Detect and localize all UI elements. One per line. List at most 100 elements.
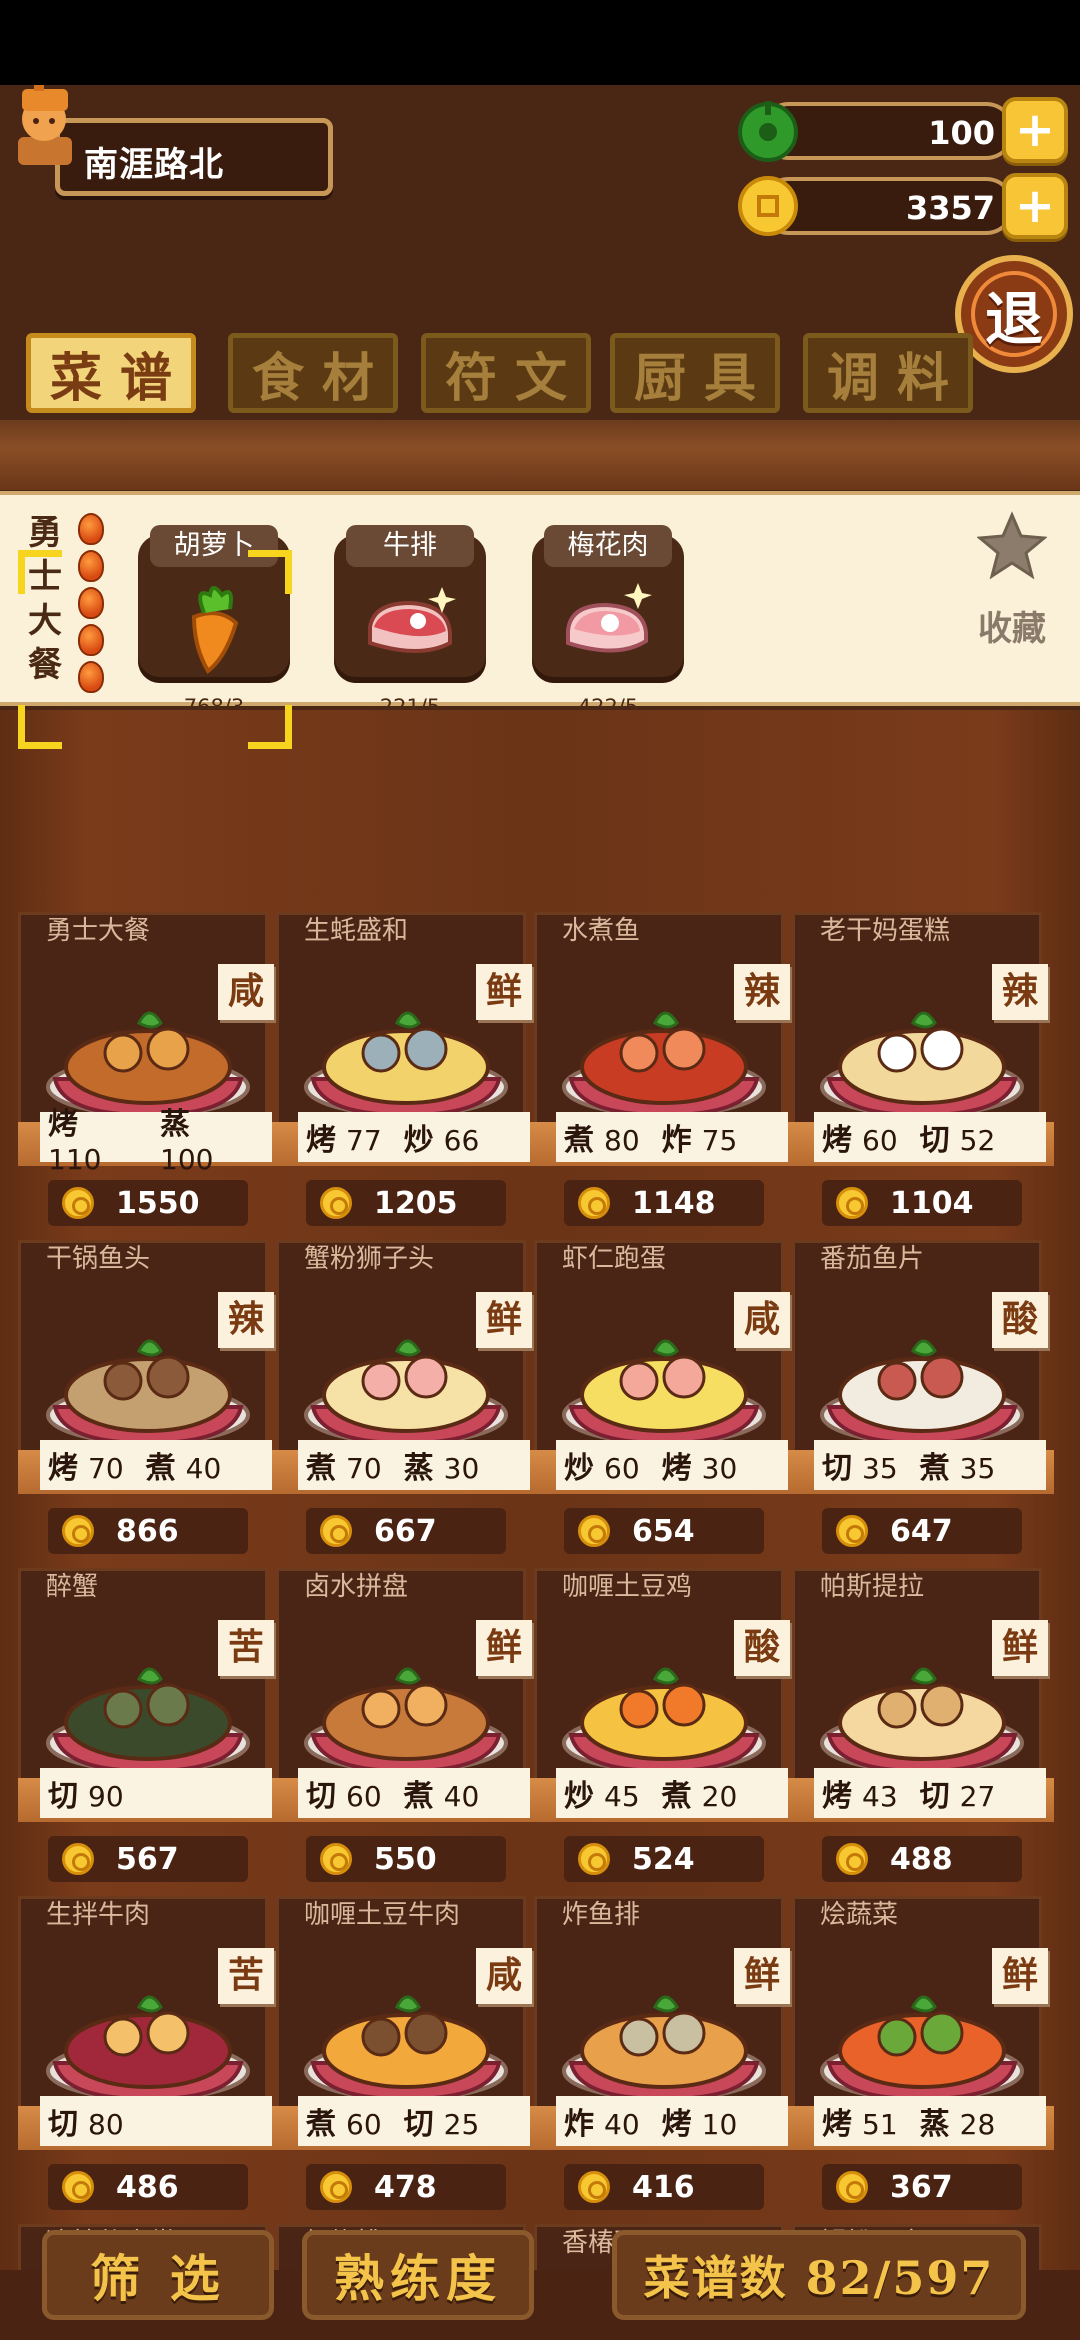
skill-type: 炸 bbox=[564, 2107, 594, 2142]
skill-requirements: 烤 70 煮 40 bbox=[40, 1440, 272, 1490]
recipe-card[interactable]: 帕斯提拉 鲜 烤 43 切 27 488 bbox=[792, 1568, 1054, 1893]
coin-icon bbox=[62, 1843, 94, 1875]
recipe-card[interactable]: 生蚝盛和 鲜 烤 77 炒 66 1205 bbox=[276, 912, 538, 1237]
skill-value: 10 bbox=[701, 2108, 738, 2141]
tab-seasonings[interactable]: 调料 bbox=[803, 333, 973, 413]
flavor-badge: 苦 bbox=[218, 1620, 274, 1676]
proficiency-button[interactable]: 熟练度 bbox=[302, 2230, 534, 2320]
tab-runes[interactable]: 符文 bbox=[421, 333, 591, 413]
skill-type: 煮 bbox=[919, 1451, 950, 1486]
skill-requirement: 切 35 bbox=[822, 1443, 898, 1487]
skill-requirements: 烤 43 切 27 bbox=[814, 1768, 1046, 1818]
coin-icon bbox=[738, 176, 798, 236]
player-name-plate[interactable]: 南涯路北 bbox=[55, 118, 333, 196]
recipe-price: 550 bbox=[306, 1836, 506, 1882]
skill-value: 30 bbox=[443, 1452, 480, 1485]
ingredient-slot[interactable]: 牛排 221/5 bbox=[334, 525, 486, 719]
skill-value: 60 bbox=[346, 1780, 382, 1813]
recipe-name: 干锅鱼头 bbox=[46, 1244, 151, 1274]
add-jade-button[interactable]: + bbox=[1002, 97, 1068, 163]
recipe-card[interactable]: 虾仁跑蛋 咸 炒 60 烤 30 654 bbox=[534, 1240, 796, 1565]
player-name: 南涯路北 bbox=[84, 145, 224, 185]
skill-requirement: 蒸 30 bbox=[404, 1443, 480, 1487]
skill-requirement: 炒 66 bbox=[404, 1115, 480, 1159]
recipe-card[interactable]: 生拌牛肉 苦 切 80 486 bbox=[18, 1896, 280, 2221]
recipe-card[interactable]: 勇士大餐 咸 烤110 蒸100 1550 bbox=[18, 912, 280, 1237]
recipe-name: 咖喱土豆牛肉 bbox=[304, 1900, 461, 1930]
tab-cookware[interactable]: 厨具 bbox=[610, 333, 780, 413]
coin-icon bbox=[62, 2171, 94, 2203]
coin-icon bbox=[836, 1187, 868, 1219]
recipe-card[interactable]: 番茄鱼片 酸 切 35 煮 35 647 bbox=[792, 1240, 1054, 1565]
recipe-card[interactable]: 咖喱土豆鸡 酸 炒 45 煮 20 524 bbox=[534, 1568, 796, 1893]
flavor-badge: 苦 bbox=[218, 1948, 274, 2004]
selection-corner bbox=[18, 705, 62, 749]
price-value: 654 bbox=[632, 1513, 695, 1549]
ingredient-slot[interactable]: 梅花肉 422/5 bbox=[532, 525, 684, 719]
price-value: 567 bbox=[116, 1841, 179, 1877]
price-value: 647 bbox=[890, 1513, 953, 1549]
recipe-name: 生蚝盛和 bbox=[304, 916, 409, 946]
ingredient-name: 牛排 bbox=[346, 525, 474, 567]
coin-icon bbox=[836, 1843, 868, 1875]
flavor-badge: 酸 bbox=[734, 1620, 790, 1676]
tab-recipes[interactable]: 菜谱 bbox=[26, 333, 196, 413]
steak-icon bbox=[368, 587, 456, 653]
filter-button[interactable]: 筛 选 bbox=[42, 2230, 274, 2320]
flavor-badge: 鲜 bbox=[992, 1948, 1048, 2004]
skill-requirement: 蒸 28 bbox=[920, 2099, 996, 2143]
flavor-badge: 咸 bbox=[734, 1292, 790, 1348]
skill-requirement: 煮 70 bbox=[306, 1443, 382, 1487]
favorite-button[interactable]: 收藏 bbox=[962, 511, 1062, 651]
recipe-card[interactable]: 老干妈蛋糕 辣 烤 60 切 52 1104 bbox=[792, 912, 1054, 1237]
skill-requirement: 炸 40 bbox=[564, 2099, 640, 2143]
skill-value: 60 bbox=[604, 1452, 640, 1485]
skill-requirement: 煮 35 bbox=[920, 1443, 996, 1487]
recipe-price: 367 bbox=[822, 2164, 1022, 2210]
skill-value: 40 bbox=[185, 1452, 222, 1485]
tab-ingredients[interactable]: 食材 bbox=[228, 333, 398, 413]
selection-corner bbox=[248, 705, 292, 749]
skill-value: 27 bbox=[959, 1780, 996, 1813]
skill-requirements: 炸 40 烤 10 bbox=[556, 2096, 788, 2146]
coin-icon bbox=[578, 2171, 610, 2203]
recipe-card[interactable]: 醉蟹 苦 切 90 567 bbox=[18, 1568, 280, 1893]
recipe-name: 生拌牛肉 bbox=[46, 1900, 151, 1930]
skill-value: 35 bbox=[959, 1452, 996, 1485]
skill-requirement: 切 60 bbox=[306, 1771, 382, 1815]
recipe-card[interactable]: 蟹粉狮子头 鲜 煮 70 蒸 30 667 bbox=[276, 1240, 538, 1565]
skill-requirement: 煮 60 bbox=[306, 2099, 382, 2143]
player-avatar-icon[interactable] bbox=[4, 85, 86, 167]
skill-type: 煮 bbox=[403, 1779, 434, 1814]
flavor-badge: 辣 bbox=[992, 964, 1048, 1020]
skill-requirements: 切 60 煮 40 bbox=[298, 1768, 530, 1818]
skill-requirements: 切 80 bbox=[40, 2096, 272, 2146]
skill-requirement: 切 27 bbox=[920, 1771, 996, 1815]
skill-value: 80 bbox=[604, 1124, 640, 1157]
skill-value: 52 bbox=[959, 1124, 996, 1157]
skill-value: 30 bbox=[701, 1452, 738, 1485]
category-tabs: 菜谱 食材 符文 厨具 调料 bbox=[26, 333, 976, 415]
coin-icon bbox=[578, 1515, 610, 1547]
recipe-screen: 南涯路北 100 + 3357 + 退 菜谱 食材 符文 厨具 调料 勇士大餐 bbox=[0, 85, 1080, 2340]
recipe-name: 老干妈蛋糕 bbox=[820, 916, 951, 946]
skill-requirement: 烤 70 bbox=[48, 1443, 124, 1487]
skill-type: 炒 bbox=[564, 1451, 594, 1486]
recipe-card[interactable]: 咖喱土豆牛肉 咸 煮 60 切 25 478 bbox=[276, 1896, 538, 2221]
skill-requirement: 烤 51 bbox=[822, 2099, 898, 2143]
skill-requirement: 烤 30 bbox=[662, 1443, 738, 1487]
skill-requirements: 烤 77 炒 66 bbox=[298, 1112, 530, 1162]
skill-type: 切 bbox=[919, 1779, 950, 1814]
skill-requirement: 煮 40 bbox=[404, 1771, 480, 1815]
skill-requirement: 炒 60 bbox=[564, 1443, 640, 1487]
recipe-card[interactable]: 水煮鱼 辣 煮 80 炸 75 1148 bbox=[534, 912, 796, 1237]
recipe-card[interactable]: 卤水拼盘 鲜 切 60 煮 40 550 bbox=[276, 1568, 538, 1893]
recipe-card[interactable]: 干锅鱼头 辣 烤 70 煮 40 866 bbox=[18, 1240, 280, 1565]
skill-type: 烤 bbox=[48, 1106, 78, 1142]
recipe-card[interactable]: 烩蔬菜 鲜 烤 51 蒸 28 367 bbox=[792, 1896, 1054, 2221]
recipe-card[interactable]: 炸鱼排 鲜 炸 40 烤 10 416 bbox=[534, 1896, 796, 2221]
price-value: 1104 bbox=[890, 1185, 974, 1221]
price-value: 478 bbox=[374, 2169, 437, 2205]
add-coins-button[interactable]: + bbox=[1002, 173, 1068, 239]
flavor-badge: 鲜 bbox=[476, 964, 532, 1020]
